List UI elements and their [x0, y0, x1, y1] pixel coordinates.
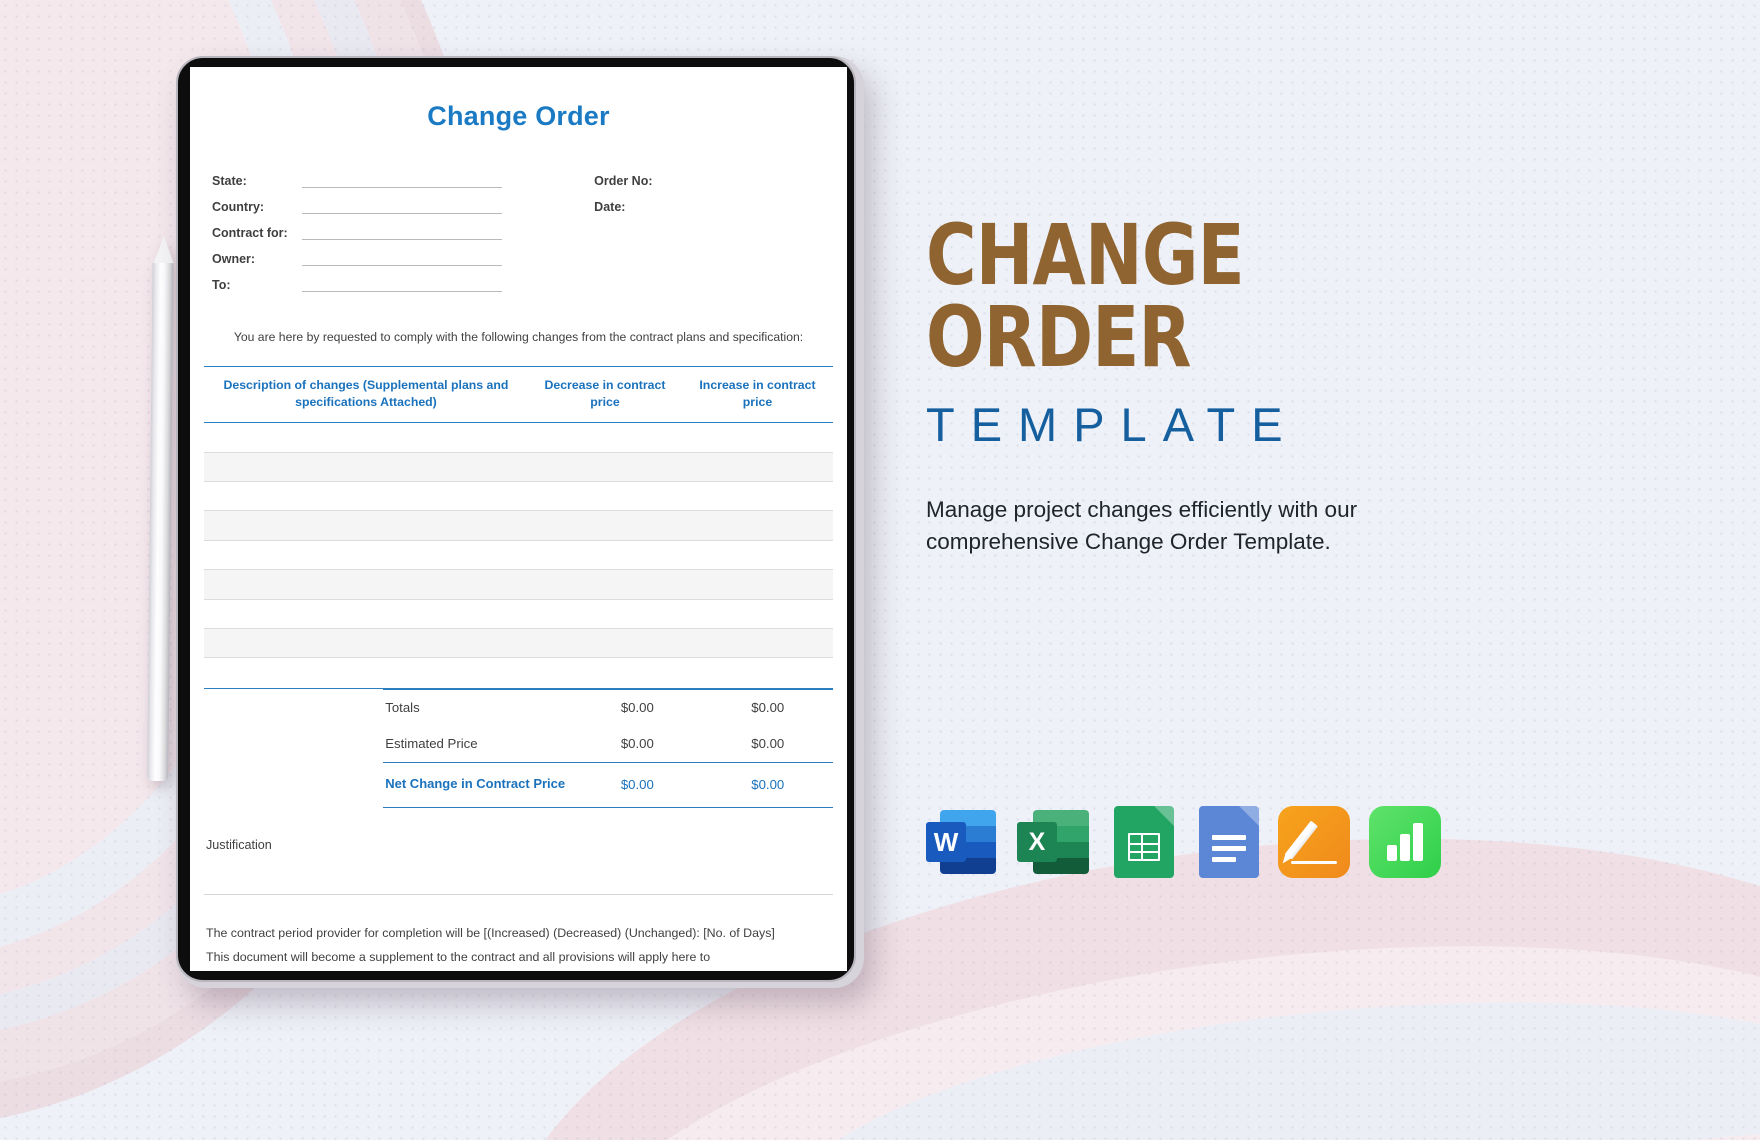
document-title: Change Order [427, 101, 610, 131]
changes-table-row[interactable] [204, 540, 833, 571]
meta-row-country: Country: [212, 188, 572, 214]
meta-input-owner[interactable] [302, 250, 502, 266]
totals-label-net-change: Net Change in Contract Price [385, 776, 566, 792]
document-intro-text: You are here by requested to comply with… [233, 330, 804, 344]
totals-increase-estimated-price: $0.00 [751, 736, 785, 752]
meta-row-contract-for: Contract for: [212, 214, 572, 240]
changes-table: Description of changes (Supplemental pla… [204, 366, 833, 689]
changes-table-row[interactable] [204, 452, 833, 482]
meta-row-order-no: Order No: [594, 162, 833, 188]
promo-subtitle: TEMPLATE [926, 397, 1299, 451]
stylus-tip [153, 235, 174, 264]
excel-icon-letter: X [1017, 822, 1057, 862]
tablet-device: Change Order State: Country: Contract fo… [176, 56, 864, 988]
column-header-increase: Increase in contract price [699, 378, 816, 409]
page-root: Change Order State: Country: Contract fo… [0, 0, 1760, 1140]
meta-label-country: Country: [212, 200, 265, 214]
totals-decrease-estimated-price: $0.00 [620, 736, 654, 752]
numbers-icon-bar-3 [1413, 823, 1423, 861]
meta-row-to: To: [212, 266, 572, 292]
microsoft-excel-icon[interactable]: X [1017, 806, 1089, 878]
meta-column-right: Order No: Date: [572, 162, 833, 292]
justification-divider [204, 893, 833, 895]
footnote-line-2: This document will become a supplement t… [206, 949, 711, 964]
file-format-icons: W X [926, 806, 1441, 878]
meta-row-date: Date: [594, 188, 833, 214]
meta-label-state: State: [212, 174, 247, 188]
sheets-icon-fold [1154, 806, 1174, 826]
totals-section: Totals $0.00 $0.00 Estimated Price $0.00… [383, 688, 833, 808]
document-meta-fields: State: Country: Contract for: Owner: To:… [204, 162, 833, 292]
changes-table-header: Description of changes (Supplemental pla… [204, 367, 833, 422]
stylus-body [147, 262, 174, 782]
totals-row-net-change: Net Change in Contract Price $0.00 $0.00 [383, 761, 833, 808]
meta-label-date: Date: [594, 200, 626, 214]
meta-row-state: State: [212, 162, 572, 188]
meta-input-state[interactable] [302, 172, 502, 188]
meta-label-owner: Owner: [212, 252, 256, 266]
changes-table-row[interactable] [204, 599, 833, 629]
microsoft-word-icon[interactable]: W [926, 806, 998, 878]
totals-decrease-totals: $0.00 [620, 700, 654, 716]
meta-label-contract-for: Contract for: [212, 226, 288, 240]
changes-table-row[interactable] [204, 570, 833, 600]
column-header-description: Description of changes (Supplemental pla… [223, 378, 509, 409]
document-footnotes: The contract period provider for complet… [204, 921, 833, 969]
totals-label-totals: Totals [385, 700, 420, 716]
pages-icon-pen [1285, 820, 1318, 860]
meta-row-owner: Owner: [212, 240, 572, 266]
justification-label: Justification [206, 837, 272, 852]
changes-table-row[interactable] [204, 511, 833, 541]
column-header-decrease: Decrease in contract price [544, 378, 666, 409]
google-sheets-icon[interactable] [1114, 806, 1174, 878]
changes-table-row[interactable] [204, 423, 833, 453]
meta-label-order-no: Order No: [594, 174, 653, 188]
docs-icon-line-3 [1212, 857, 1236, 862]
changes-table-body [204, 422, 833, 688]
meta-input-country[interactable] [302, 198, 502, 214]
meta-column-left: State: Country: Contract for: Owner: To: [212, 162, 572, 292]
promo-panel: CHANGE ORDER TEMPLATE Manage project cha… [926, 206, 1586, 558]
numbers-icon-bar-2 [1400, 834, 1410, 861]
changes-table-row[interactable] [204, 628, 833, 659]
footnote-line-1: The contract period provider for complet… [206, 925, 775, 940]
change-order-document: Change Order State: Country: Contract fo… [190, 67, 847, 971]
changes-table-row[interactable] [204, 481, 833, 512]
totals-increase-totals: $0.00 [751, 700, 785, 716]
docs-icon-line-1 [1212, 835, 1246, 840]
google-docs-icon[interactable] [1199, 806, 1259, 878]
tablet-screen: Change Order State: Country: Contract fo… [190, 67, 847, 971]
apple-pages-icon[interactable] [1278, 806, 1350, 878]
changes-table-row[interactable] [204, 658, 833, 688]
sheets-icon-grid-vline [1141, 835, 1144, 859]
promo-title-line-1: CHANGE [926, 206, 1245, 304]
meta-input-contract-for[interactable] [302, 224, 502, 240]
pages-icon-underline [1291, 861, 1337, 864]
meta-label-to: To: [212, 278, 231, 292]
sheets-icon-grid [1128, 833, 1160, 861]
word-icon-letter: W [926, 822, 966, 862]
apple-numbers-icon[interactable] [1369, 806, 1441, 878]
meta-input-to[interactable] [302, 276, 502, 292]
promo-title-line-2: ORDER [926, 288, 1192, 387]
docs-icon-fold [1239, 806, 1259, 826]
totals-row-estimated-price: Estimated Price $0.00 $0.00 [383, 726, 833, 762]
tablet-frame: Change Order State: Country: Contract fo… [176, 56, 856, 982]
totals-row-totals: Totals $0.00 $0.00 [383, 690, 833, 726]
docs-icon-line-2 [1212, 846, 1246, 851]
promo-description: Manage project changes efficiently with … [926, 496, 1358, 554]
totals-increase-net-change: $0.00 [751, 777, 785, 793]
totals-label-estimated-price: Estimated Price [385, 736, 478, 752]
stylus-pen [147, 235, 174, 782]
background-band-3 [765, 960, 1760, 1140]
totals-decrease-net-change: $0.00 [620, 777, 654, 793]
numbers-icon-bar-1 [1387, 845, 1397, 861]
